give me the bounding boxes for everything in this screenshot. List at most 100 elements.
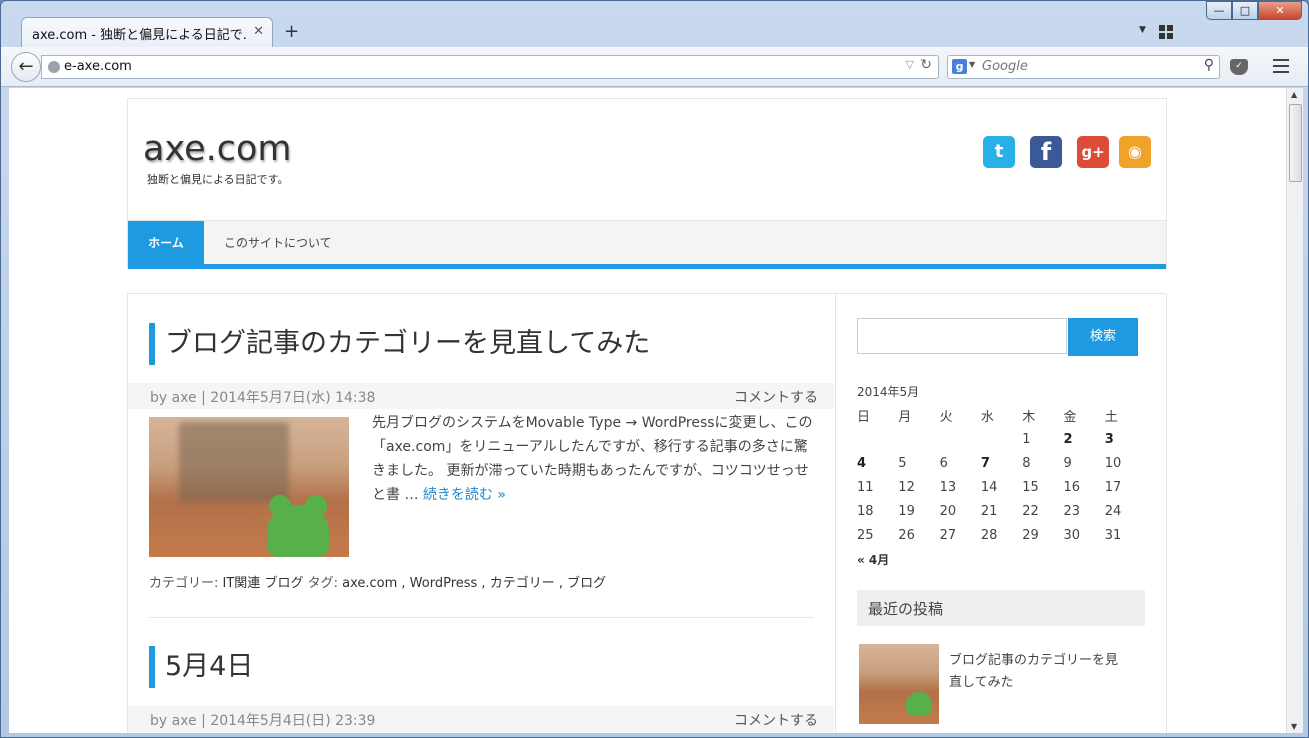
calendar: 日月火水木金土 1 2 3 4 5 6 7 8 9 10 11 12 13 14 15 16 17 18 19 20 21… <box>853 403 1142 547</box>
rss-icon[interactable]: ◉ <box>1119 136 1151 168</box>
recent-posts-heading: 最近の投稿 <box>857 590 1145 626</box>
calendar-day: 24 <box>1104 503 1122 519</box>
site-search-input[interactable] <box>857 318 1067 354</box>
hamburger-menu-icon[interactable] <box>1273 59 1289 73</box>
calendar-empty-cell <box>977 427 1018 451</box>
calendar-weekday: 木 <box>1022 409 1036 425</box>
calendar-weekday: 月 <box>898 409 912 425</box>
calendar-day: 26 <box>898 527 915 543</box>
read-more-link[interactable]: 続きを読む » <box>423 487 506 503</box>
back-button[interactable]: ← <box>11 52 41 82</box>
tab-groups-icon[interactable] <box>1159 25 1173 39</box>
post-title[interactable]: ブログ記事のカテゴリーを見直してみた <box>149 323 650 365</box>
search-engine-dropdown-icon[interactable]: ▼ <box>969 60 975 69</box>
calendar-day: 6 <box>939 455 948 471</box>
calendar-week-row: 1 23 <box>853 427 1142 451</box>
calendar-day: 12 <box>898 479 915 495</box>
pocket-icon[interactable]: ✓ <box>1230 59 1248 75</box>
tag-links[interactable]: axe.com , WordPress , カテゴリー , ブログ <box>342 576 606 591</box>
post-byline: by axe | 2014年5月7日(水) 14:38 <box>150 390 376 406</box>
site-header: axe.com 独断と偏見による日記です。 t f g+ ◉ ホーム このサイト… <box>127 98 1167 269</box>
twitter-icon[interactable]: t <box>983 136 1015 168</box>
frog-figure <box>267 495 329 557</box>
new-tab-button[interactable]: + <box>284 21 299 42</box>
calendar-day[interactable]: 2 <box>1059 427 1100 451</box>
category-label: カテゴリー: <box>149 576 219 591</box>
site-title[interactable]: axe.com <box>143 129 292 169</box>
post-meta: by axe | 2014年5月7日(水) 14:38 コメントする <box>128 383 834 409</box>
maximize-button[interactable]: □ <box>1232 1 1258 20</box>
post-thumbnail[interactable] <box>149 417 349 557</box>
search-button[interactable]: 検索 <box>1068 318 1138 356</box>
calendar-day: 27 <box>939 527 957 543</box>
calendar-empty-cell <box>894 427 935 451</box>
magnifier-icon[interactable]: ⚲ <box>1204 57 1214 73</box>
post-meta: by axe | 2014年5月4日(日) 23:39 コメントする <box>128 706 834 732</box>
calendar-weekday: 土 <box>1104 409 1118 425</box>
calendar-day: 15 <box>1022 479 1039 495</box>
browser-window: axe.com - 独断と偏見による日記で... ✕ + ▼ — □ ✕ ← e… <box>0 0 1309 738</box>
calendar-day: 20 <box>939 503 957 519</box>
close-window-button[interactable]: ✕ <box>1258 1 1302 20</box>
site-description: 独断と偏見による日記です。 <box>147 173 289 186</box>
search-placeholder: Google <box>982 59 1028 74</box>
post-excerpt: 先月ブログのシステムをMovable Type → WordPressに変更し、… <box>372 411 817 507</box>
url-bar[interactable]: e-axe.com ▽ ↻ <box>41 55 939 79</box>
minimize-button[interactable]: — <box>1206 1 1232 20</box>
calendar-day: 30 <box>1063 527 1081 543</box>
site-identity-icon[interactable] <box>48 61 60 73</box>
google-plus-icon[interactable]: g+ <box>1077 136 1109 168</box>
calendar-day: 5 <box>898 455 907 471</box>
calendar-day[interactable]: 4 <box>853 451 894 475</box>
calendar-week-row: 18 19 20 21 22 23 24 <box>853 499 1142 523</box>
calendar-day: 13 <box>939 479 957 495</box>
calendar-weekday: 金 <box>1063 409 1077 425</box>
calendar-day: 17 <box>1104 479 1122 495</box>
url-history-dropdown-icon[interactable]: ▽ <box>906 58 914 71</box>
scroll-down-icon[interactable]: ▼ <box>1291 722 1297 731</box>
window-controls: — □ ✕ <box>1206 1 1302 21</box>
navigation-toolbar: ← e-axe.com ▽ ↻ g ▼ Google ⚲ ✓ <box>1 47 1308 87</box>
calendar-day[interactable]: 7 <box>977 451 1018 475</box>
tab-list-chevron-icon[interactable]: ▼ <box>1139 25 1146 35</box>
scroll-thumb[interactable] <box>1289 104 1302 182</box>
calendar-day: 22 <box>1022 503 1039 519</box>
search-engine-icon[interactable]: g <box>952 59 967 74</box>
calendar-weekday-row: 日月火水木金土 <box>853 403 1142 427</box>
title-bar: axe.com - 独断と偏見による日記で... ✕ + ▼ — □ ✕ <box>1 1 1308 47</box>
calendar-day: 23 <box>1063 503 1081 519</box>
calendar-weekday: 火 <box>939 409 953 425</box>
scroll-up-icon[interactable]: ▲ <box>1291 90 1297 99</box>
calendar-day: 8 <box>1022 455 1031 471</box>
recent-post-link[interactable]: ブログ記事のカテゴリーを見直してみた <box>949 650 1129 694</box>
reload-icon[interactable]: ↻ <box>920 57 932 73</box>
calendar-weekday: 水 <box>980 409 994 425</box>
vertical-scrollbar[interactable]: ▲ ▼ <box>1286 88 1303 733</box>
tab-title: axe.com - 独断と偏見による日記で... <box>32 28 247 43</box>
main-content: ブログ記事のカテゴリーを見直してみた by axe | 2014年5月7日(水)… <box>127 293 835 733</box>
calendar-day: 9 <box>1063 455 1072 471</box>
site-menu: ホーム このサイトについて <box>128 220 1166 265</box>
calendar-empty-cell <box>853 427 894 451</box>
sidebar: 検索 2014年5月 日月火水木金土 1 2 3 4 5 6 7 8 9 10 11 12 13 14 15 1… <box>835 293 1167 733</box>
post-title[interactable]: 5月4日 <box>149 646 253 688</box>
browser-tab[interactable]: axe.com - 独断と偏見による日記で... ✕ <box>21 17 273 47</box>
calendar-day: 31 <box>1104 527 1122 543</box>
calendar-prev-month-link[interactable]: « 4月 <box>857 551 889 568</box>
recent-post-thumbnail[interactable] <box>859 644 939 724</box>
category-links[interactable]: IT関連 ブログ <box>223 576 304 591</box>
menu-item-about[interactable]: このサイトについて <box>224 221 332 265</box>
facebook-icon[interactable]: f <box>1030 136 1062 168</box>
comment-link[interactable]: コメントする <box>734 387 818 407</box>
tab-close-icon[interactable]: ✕ <box>253 24 264 39</box>
page-viewport: axe.com 独断と偏見による日記です。 t f g+ ◉ ホーム このサイト… <box>9 88 1286 733</box>
calendar-day: 1 <box>1022 431 1031 447</box>
comment-link[interactable]: コメントする <box>734 710 818 730</box>
calendar-weekday: 日 <box>857 409 871 425</box>
search-bar[interactable]: g ▼ Google ⚲ <box>947 55 1220 79</box>
post-divider <box>149 617 814 618</box>
calendar-day[interactable]: 3 <box>1101 427 1142 451</box>
menu-item-home[interactable]: ホーム <box>128 221 204 265</box>
calendar-week-row: 25 26 27 28 29 30 31 <box>853 523 1142 547</box>
tag-label: タグ: <box>307 576 338 591</box>
